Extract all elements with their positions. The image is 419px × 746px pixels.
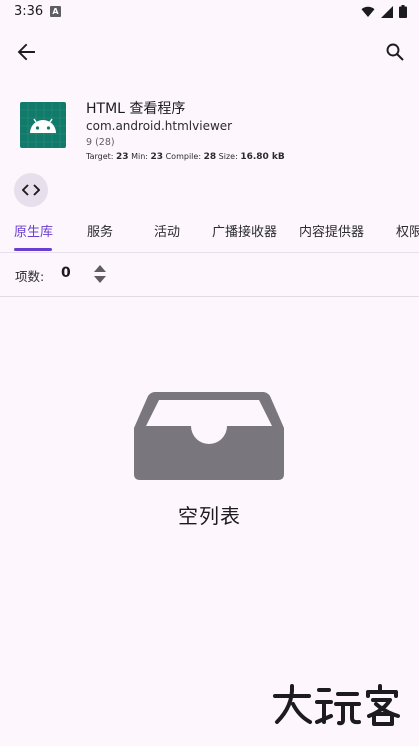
- empty-inbox-icon: [134, 392, 284, 480]
- tab-indicator: [14, 248, 52, 251]
- tab-receivers[interactable]: 广播接收器: [212, 221, 277, 240]
- battery-icon: [399, 5, 407, 18]
- tab-native-libs[interactable]: 原生库: [14, 221, 53, 240]
- target-value: 23: [116, 152, 129, 162]
- item-count-value: 0: [61, 265, 71, 281]
- signal-icon: [381, 5, 393, 18]
- row-divider: [0, 296, 419, 297]
- size-label: Size:: [218, 152, 238, 161]
- status-bar: 3:36 A: [0, 0, 419, 24]
- compile-value: 28: [203, 152, 217, 162]
- app-name: HTML 查看程序: [86, 101, 186, 117]
- status-icons: [361, 5, 407, 18]
- code-icon: [22, 184, 40, 196]
- compile-label: Compile:: [165, 152, 202, 161]
- tab-permissions[interactable]: 权限: [396, 221, 419, 240]
- app-icon[interactable]: [20, 102, 66, 148]
- empty-list-text: 空列表: [178, 504, 241, 528]
- arrow-back-icon: [17, 43, 35, 61]
- sort-button[interactable]: [90, 262, 110, 286]
- view-code-button[interactable]: [14, 173, 48, 207]
- toolbar: [0, 32, 419, 72]
- tabs-divider: [0, 252, 419, 253]
- android-icon: [20, 102, 66, 148]
- min-label: Min:: [131, 152, 148, 161]
- notification-icon: A: [50, 6, 61, 17]
- sort-icon: [94, 265, 106, 283]
- min-value: 23: [150, 152, 164, 162]
- wifi-icon: [361, 6, 375, 17]
- search-icon: [386, 43, 404, 61]
- target-label: Target:: [86, 152, 114, 161]
- size-value: 16.80 kB: [240, 152, 285, 162]
- sdk-info: Target: 23 Min: 23 Compile: 28 Size: 16.…: [86, 152, 285, 162]
- tab-activities[interactable]: 活动: [154, 221, 180, 240]
- status-time: 3:36: [14, 4, 44, 19]
- search-button[interactable]: [377, 34, 413, 70]
- app-version: 9 (28): [86, 137, 115, 148]
- item-count-label: 项数:: [15, 269, 45, 284]
- watermark-logo: [273, 684, 400, 726]
- package-name: com.android.htmlviewer: [86, 119, 233, 133]
- tab-bar: 原生库 服务 活动 广播接收器 内容提供器 权限: [0, 212, 419, 252]
- back-button[interactable]: [8, 34, 44, 70]
- tab-services[interactable]: 服务: [87, 221, 113, 240]
- tab-providers[interactable]: 内容提供器: [299, 221, 364, 240]
